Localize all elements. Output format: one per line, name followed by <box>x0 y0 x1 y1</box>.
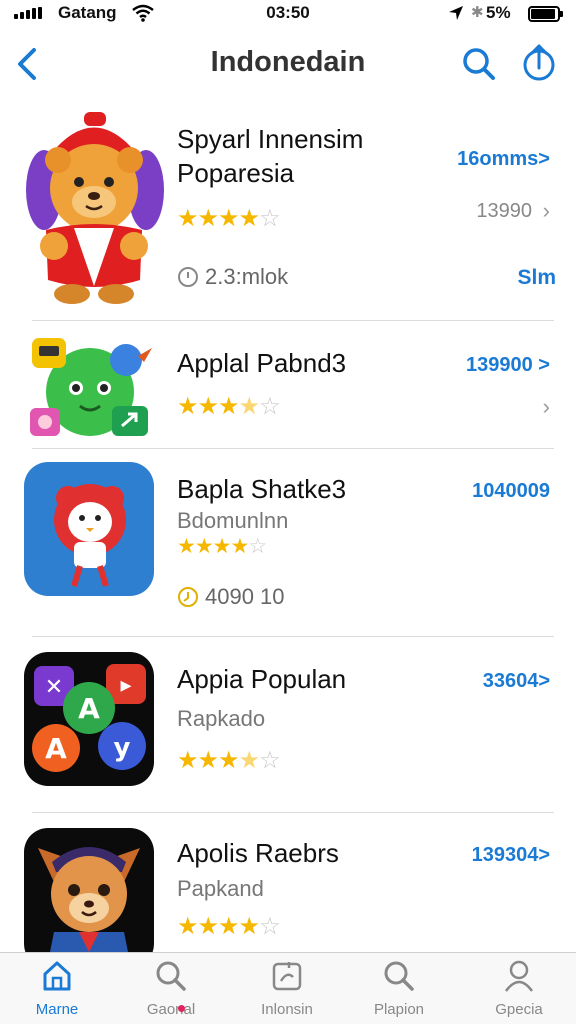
svg-text:A: A <box>45 732 67 765</box>
tab-search-2[interactable]: Plapion <box>344 959 454 1018</box>
fox-mascot-app-icon <box>24 828 154 952</box>
svg-text:▸: ▸ <box>120 673 131 698</box>
search-icon[interactable] <box>460 44 498 84</box>
download-count: 13990 <box>476 200 532 222</box>
tab-bar: Marne Gaonal Inlonsin Plapion Gpecia <box>0 952 576 1024</box>
list-item[interactable]: Bapla Shatke3 Bdomunlnn ★★★★☆ 4090 10 10… <box>0 450 576 637</box>
svg-text:y: y <box>114 733 131 763</box>
tab-search[interactable]: Gaonal <box>116 959 226 1018</box>
price-button[interactable]: 33604> <box>483 670 550 693</box>
app-name[interactable]: Applal Pabnd3 <box>177 346 346 380</box>
search-icon <box>156 961 186 991</box>
app-meta-text: 2.3:mlok <box>205 264 289 289</box>
person-icon <box>504 960 534 992</box>
app-meta: 4090 10 <box>177 584 285 610</box>
bluetooth-icon: ✱ <box>471 4 484 21</box>
tab-label: Plapion <box>373 1001 425 1018</box>
rating-stars: ★★★★☆ <box>177 747 281 774</box>
chevron-right-icon[interactable]: › <box>543 198 550 224</box>
tab-apps[interactable]: Inlonsin <box>232 959 342 1018</box>
app-name[interactable]: Apolis Raebrs <box>177 836 339 870</box>
bear-mascot-app-icon <box>26 112 164 304</box>
battery-percent: 5% <box>486 3 511 22</box>
svg-text:✕: ✕ <box>45 675 63 700</box>
garuda-app-icon <box>24 462 154 596</box>
app-subtitle: Papkand <box>177 876 264 901</box>
clock-icon <box>178 267 198 287</box>
app-name[interactable]: Appia Populan <box>177 662 346 696</box>
rating-stars: ★★★★☆ <box>177 913 281 940</box>
divider <box>32 320 554 321</box>
home-icon <box>43 961 71 991</box>
app-subtitle: Bdomunlnn <box>177 508 289 533</box>
tab-label: Inlonsin <box>261 1001 313 1018</box>
list-item[interactable]: Applal Pabnd3 ★★★★☆ 139900 > › <box>0 322 576 450</box>
battery-icon <box>528 6 563 22</box>
chevron-right-icon[interactable]: › <box>543 394 550 420</box>
rating-stars: ★★★★☆ <box>177 205 281 232</box>
app-meta-text: 4090 10 <box>205 584 285 609</box>
tab-profile[interactable]: Gpecia <box>464 959 574 1018</box>
divider <box>32 448 554 449</box>
share-icon[interactable] <box>520 42 558 84</box>
apps-icon <box>272 962 302 991</box>
price-button[interactable]: 1040009 <box>472 480 550 503</box>
search-icon <box>384 961 414 991</box>
price-button[interactable]: 139304> <box>472 844 550 867</box>
rating-stars: ★★★★☆ <box>177 535 267 558</box>
app-name[interactable]: Spyarl Innensim Poparesia <box>177 122 427 190</box>
notification-dot <box>178 1005 185 1012</box>
tab-label: Gaonal <box>146 1001 196 1018</box>
clock-icon <box>178 587 198 607</box>
tab-home[interactable]: Marne <box>2 959 112 1018</box>
navigation-bar: Indonedain <box>0 30 576 100</box>
tab-label: Gpecia <box>495 1001 543 1018</box>
tab-label: Marne <box>35 1001 79 1018</box>
app-meta: 2.3:mlok <box>177 264 288 290</box>
letter-blocks-app-icon: ✕ ▸ A A y <box>24 652 154 786</box>
price-button[interactable]: 139900 > <box>466 354 550 377</box>
svg-text:A: A <box>78 692 100 725</box>
rating-stars: ★★★★☆ <box>177 393 281 420</box>
location-arrow-icon <box>449 6 463 20</box>
list-item[interactable]: Apolis Raebrs Papkand ★★★★☆ 139304> <box>0 812 576 952</box>
green-monster-app-icon <box>30 338 152 436</box>
price-button[interactable]: 16omms> <box>457 148 550 171</box>
get-button[interactable]: Slm <box>517 266 556 290</box>
app-name[interactable]: Bapla Shatke3 <box>177 472 346 506</box>
app-subtitle: Rapkado <box>177 706 266 731</box>
status-bar: Gatang 03:50 ✱ 5% <box>0 0 576 30</box>
list-item[interactable]: ✕ ▸ A A y Appia Populan Rapkado ★★★★☆ 33… <box>0 636 576 813</box>
list-item[interactable]: Spyarl Innensim Poparesia ★★★★☆ 2.3:mlok… <box>0 100 576 322</box>
